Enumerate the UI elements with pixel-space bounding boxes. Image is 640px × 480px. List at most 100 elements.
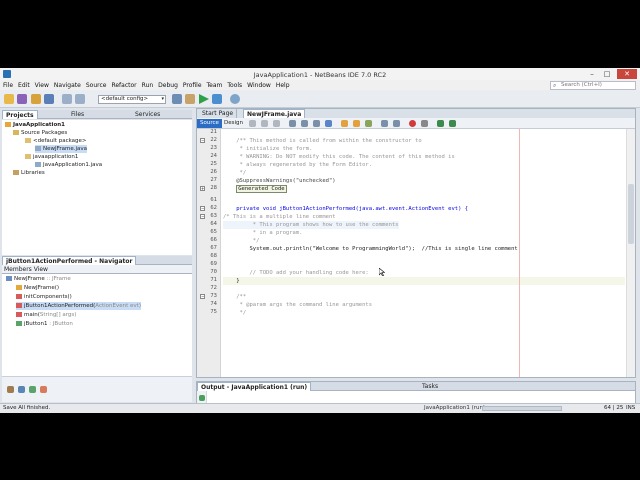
generated-code-fold[interactable]: Generated Code — [236, 185, 287, 193]
method-icon — [16, 294, 22, 299]
menu-source[interactable]: Source — [86, 82, 107, 89]
code-line: System.out.println("Welcome to Programmi… — [223, 246, 518, 252]
nav-item-class[interactable]: NewJFrame :: JFrame — [6, 275, 71, 283]
design-view-button[interactable]: Design — [221, 119, 246, 128]
find-icon[interactable] — [289, 120, 296, 127]
forward-icon[interactable] — [273, 120, 280, 127]
bookmark-next-icon[interactable] — [353, 120, 360, 127]
menu-run[interactable]: Run — [142, 82, 154, 89]
menu-profile[interactable]: Profile — [183, 82, 202, 89]
config-select[interactable]: <default config> ▾ — [98, 95, 166, 104]
run-icon[interactable] — [199, 94, 209, 104]
menu-navigate[interactable]: Navigate — [54, 82, 81, 89]
stop-macro-icon[interactable] — [421, 120, 428, 127]
line-number: 27 — [210, 177, 217, 183]
fold-toggle-icon[interactable]: − — [200, 138, 205, 143]
profile-icon[interactable] — [230, 94, 240, 104]
nav-item-initcomponents[interactable]: initComponents() — [16, 293, 72, 301]
sort-icon[interactable] — [7, 386, 14, 393]
editor-scrollbar[interactable] — [626, 129, 635, 377]
menu-view[interactable]: View — [35, 82, 49, 89]
line-number: 68 — [210, 253, 217, 259]
find-prev-icon[interactable] — [301, 120, 308, 127]
menu-tools[interactable]: Tools — [227, 82, 242, 89]
history-icon[interactable] — [249, 120, 256, 127]
debug-icon[interactable] — [212, 94, 222, 104]
find-next-icon[interactable] — [313, 120, 320, 127]
tree-item-source-packages[interactable]: Source Packages — [13, 129, 67, 137]
bookmark-prev-icon[interactable] — [341, 120, 348, 127]
search-icon: ⌕ — [553, 82, 557, 89]
menu-team[interactable]: Team — [207, 82, 223, 89]
search-placeholder: Search (Ctrl+I) — [561, 82, 602, 88]
navigator-tree: NewJFrame :: JFrame NewJFrame() initComp… — [2, 274, 192, 376]
code-line[interactable]: Generated Code — [223, 185, 287, 193]
save-all-icon[interactable] — [44, 94, 54, 104]
rerun-icon[interactable] — [199, 395, 205, 401]
line-number: 63 — [210, 213, 217, 219]
uncomment-icon[interactable] — [449, 120, 456, 127]
menu-edit[interactable]: Edit — [18, 82, 30, 89]
close-button[interactable]: ✕ — [617, 69, 637, 79]
menu-help[interactable]: Help — [276, 82, 290, 89]
fold-toggle-icon[interactable]: + — [200, 186, 205, 191]
code-line: * WARNING: Do NOT modify this code. The … — [223, 154, 455, 160]
nav-item-jbutton1[interactable]: jButton1 : JButton — [16, 320, 73, 328]
tab-services[interactable]: Services — [132, 110, 163, 119]
toggle-bookmark-icon[interactable] — [365, 120, 372, 127]
tree-item-libraries[interactable]: Libraries — [13, 169, 45, 177]
navigator-header: jButton1ActionPerformed - Navigator — [2, 256, 192, 265]
tree-item-newjframe[interactable]: NewJFrame.java — [35, 145, 88, 153]
scrollbar-thumb[interactable] — [628, 184, 634, 244]
menu-debug[interactable]: Debug — [158, 82, 178, 89]
tab-files[interactable]: Files — [68, 110, 87, 119]
tree-item-javaapplication1-package[interactable]: javaapplication1 — [25, 153, 78, 161]
code-line: * always regenerated by the Form Editor. — [223, 162, 373, 168]
java-file-icon — [35, 162, 41, 167]
new-project-icon[interactable] — [17, 94, 27, 104]
project-icon — [5, 122, 11, 127]
open-project-icon[interactable] — [31, 94, 41, 104]
nav-item-jbutton1actionperformed[interactable]: jButton1ActionPerformed(ActionEvent evt) — [16, 302, 141, 310]
line-number: 69 — [210, 261, 217, 267]
nav-item-main[interactable]: main(String[] args) — [16, 311, 76, 319]
filter-icon[interactable] — [18, 386, 25, 393]
toggle-highlight-icon[interactable] — [325, 120, 332, 127]
undo-icon[interactable] — [62, 94, 72, 104]
tree-item-javaapplication1[interactable]: JavaApplication1 — [5, 121, 65, 129]
tab-output[interactable]: Output - JavaApplication1 (run) — [197, 382, 312, 391]
record-macro-icon[interactable] — [409, 120, 416, 127]
tab-newjframe-java[interactable]: NewJFrame.java — [243, 109, 306, 118]
new-file-icon[interactable] — [4, 94, 14, 104]
redo-icon[interactable] — [75, 94, 85, 104]
navigator-title[interactable]: jButton1ActionPerformed - Navigator — [2, 256, 137, 265]
tab-start-page[interactable]: Start Page — [199, 109, 238, 118]
tree-item-javaapplication1-java[interactable]: JavaApplication1.java — [35, 161, 102, 169]
fold-toggle-icon[interactable]: − — [200, 214, 205, 219]
shift-left-icon[interactable] — [381, 120, 388, 127]
source-view-button[interactable]: Source — [197, 119, 222, 128]
maximize-button[interactable]: □ — [600, 69, 614, 79]
build-icon[interactable] — [172, 94, 182, 104]
caret-position: 64 | 25 — [604, 405, 624, 411]
menu-window[interactable]: Window — [247, 82, 271, 89]
nav-item-constructor[interactable]: NewJFrame() — [16, 284, 59, 292]
fold-toggle-icon[interactable]: − — [200, 294, 205, 299]
clean-build-icon[interactable] — [185, 94, 195, 104]
shift-right-icon[interactable] — [393, 120, 400, 127]
menu-file[interactable]: File — [3, 82, 13, 89]
code-area[interactable]: /** This method is called from within th… — [223, 129, 625, 377]
minimize-button[interactable]: – — [585, 69, 599, 79]
fold-toggle-icon[interactable]: − — [200, 206, 205, 211]
tab-tasks[interactable]: Tasks — [419, 382, 441, 391]
comment-icon[interactable] — [437, 120, 444, 127]
back-icon[interactable] — [261, 120, 268, 127]
fields-icon[interactable] — [29, 386, 36, 393]
tab-projects[interactable]: Projects — [2, 110, 38, 119]
navigator-filter[interactable]: Members View — [2, 265, 192, 274]
line-number: 65 — [210, 229, 217, 235]
search-input[interactable]: ⌕ Search (Ctrl+I) — [550, 81, 636, 90]
static-icon[interactable] — [40, 386, 47, 393]
menu-refactor[interactable]: Refactor — [111, 82, 136, 89]
tree-item-default-package[interactable]: <default package> — [25, 137, 87, 145]
